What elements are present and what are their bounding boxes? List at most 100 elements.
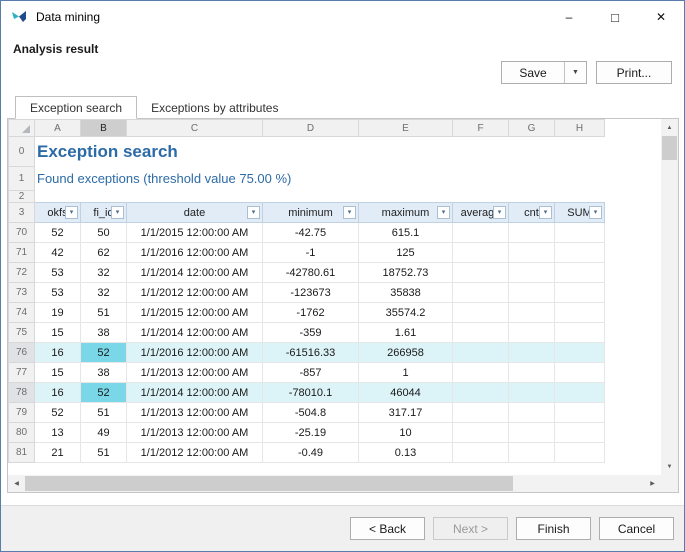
cell-78-C[interactable]: 1/1/2014 12:00:00 AM: [127, 383, 263, 403]
sheet-subtitle[interactable]: Found exceptions (threshold value 75.00 …: [35, 167, 605, 191]
cell-79-E[interactable]: 317.17: [359, 403, 453, 423]
cell-76-F[interactable]: [453, 343, 509, 363]
scroll-up-icon[interactable]: ▲: [661, 119, 678, 136]
column-header-B[interactable]: B: [81, 120, 127, 137]
cell-80-C[interactable]: 1/1/2013 12:00:00 AM: [127, 423, 263, 443]
vertical-scrollbar-thumb[interactable]: [662, 136, 677, 160]
cell-79-C[interactable]: 1/1/2013 12:00:00 AM: [127, 403, 263, 423]
row-header-79[interactable]: 79: [9, 403, 35, 423]
cell-81-A[interactable]: 21: [35, 443, 81, 463]
finish-button[interactable]: Finish: [516, 517, 591, 540]
cell-73-D[interactable]: -123673: [263, 283, 359, 303]
cell-75-E[interactable]: 1.61: [359, 323, 453, 343]
cell-80-H[interactable]: [555, 423, 605, 443]
field-header-maximum[interactable]: maximum▾: [359, 203, 453, 223]
cell-73-H[interactable]: [555, 283, 605, 303]
cell-79-G[interactable]: [509, 403, 555, 423]
filter-dropdown-icon[interactable]: ▾: [65, 206, 78, 219]
cell-80-A[interactable]: 13: [35, 423, 81, 443]
horizontal-scrollbar[interactable]: ◀ ▶: [8, 475, 661, 492]
cell-80-D[interactable]: -25.19: [263, 423, 359, 443]
cell-77-F[interactable]: [453, 363, 509, 383]
cell-73-A[interactable]: 53: [35, 283, 81, 303]
row-header-71[interactable]: 71: [9, 243, 35, 263]
cell-71-H[interactable]: [555, 243, 605, 263]
filter-dropdown-icon[interactable]: ▾: [247, 206, 260, 219]
cell-74-F[interactable]: [453, 303, 509, 323]
cell-74-E[interactable]: 35574.2: [359, 303, 453, 323]
cell-77-E[interactable]: 1: [359, 363, 453, 383]
cell-81-G[interactable]: [509, 443, 555, 463]
cell-79-D[interactable]: -504.8: [263, 403, 359, 423]
print-button[interactable]: Print...: [596, 61, 672, 84]
cell-75-A[interactable]: 15: [35, 323, 81, 343]
cell-75-B[interactable]: 38: [81, 323, 127, 343]
minimize-button[interactable]: –: [546, 1, 592, 33]
cell-70-A[interactable]: 52: [35, 223, 81, 243]
cell-72-H[interactable]: [555, 263, 605, 283]
cell-73-B[interactable]: 32: [81, 283, 127, 303]
cell-74-H[interactable]: [555, 303, 605, 323]
cell-79-F[interactable]: [453, 403, 509, 423]
cell-74-C[interactable]: 1/1/2015 12:00:00 AM: [127, 303, 263, 323]
cell-75-F[interactable]: [453, 323, 509, 343]
save-button[interactable]: Save ▼: [501, 61, 587, 84]
cell-72-A[interactable]: 53: [35, 263, 81, 283]
row-header-1[interactable]: 1: [9, 167, 35, 191]
column-header-D[interactable]: D: [263, 120, 359, 137]
cell-72-E[interactable]: 18752.73: [359, 263, 453, 283]
field-header-fi_id[interactable]: fi_id▾: [81, 203, 127, 223]
cell-74-D[interactable]: -1762: [263, 303, 359, 323]
back-button[interactable]: < Back: [350, 517, 425, 540]
empty-row[interactable]: [35, 191, 605, 203]
column-header-H[interactable]: H: [555, 120, 605, 137]
cell-77-G[interactable]: [509, 363, 555, 383]
cell-77-D[interactable]: -857: [263, 363, 359, 383]
cell-71-D[interactable]: -1: [263, 243, 359, 263]
filter-dropdown-icon[interactable]: ▾: [493, 206, 506, 219]
filter-dropdown-icon[interactable]: ▾: [589, 206, 602, 219]
cell-70-E[interactable]: 615.1: [359, 223, 453, 243]
cell-71-F[interactable]: [453, 243, 509, 263]
cell-71-E[interactable]: 125: [359, 243, 453, 263]
cell-78-H[interactable]: [555, 383, 605, 403]
cell-71-B[interactable]: 62: [81, 243, 127, 263]
cell-79-B[interactable]: 51: [81, 403, 127, 423]
field-header-cnt[interactable]: cnt▾: [509, 203, 555, 223]
cell-74-B[interactable]: 51: [81, 303, 127, 323]
cell-78-D[interactable]: -78010.1: [263, 383, 359, 403]
cell-79-H[interactable]: [555, 403, 605, 423]
cell-72-D[interactable]: -42780.61: [263, 263, 359, 283]
cell-81-H[interactable]: [555, 443, 605, 463]
row-header-78[interactable]: 78: [9, 383, 35, 403]
cell-72-F[interactable]: [453, 263, 509, 283]
titlebar[interactable]: Data mining – □ ✕: [1, 1, 684, 33]
cell-78-G[interactable]: [509, 383, 555, 403]
cell-70-F[interactable]: [453, 223, 509, 243]
scroll-down-icon[interactable]: ▼: [661, 458, 678, 475]
tab-exception-search[interactable]: Exception search: [15, 96, 137, 119]
save-dropdown-icon[interactable]: ▼: [564, 62, 586, 83]
cell-73-G[interactable]: [509, 283, 555, 303]
cell-75-C[interactable]: 1/1/2014 12:00:00 AM: [127, 323, 263, 343]
cell-80-E[interactable]: 10: [359, 423, 453, 443]
row-header-2[interactable]: 2: [9, 191, 35, 203]
cell-73-F[interactable]: [453, 283, 509, 303]
column-header-C[interactable]: C: [127, 120, 263, 137]
filter-dropdown-icon[interactable]: ▾: [437, 206, 450, 219]
cell-76-A[interactable]: 16: [35, 343, 81, 363]
row-header-76[interactable]: 76: [9, 343, 35, 363]
cell-70-G[interactable]: [509, 223, 555, 243]
row-header-77[interactable]: 77: [9, 363, 35, 383]
cell-78-F[interactable]: [453, 383, 509, 403]
scroll-right-icon[interactable]: ▶: [644, 475, 661, 492]
cell-71-A[interactable]: 42: [35, 243, 81, 263]
next-button[interactable]: Next >: [433, 517, 508, 540]
cell-78-B[interactable]: 52: [81, 383, 127, 403]
cell-79-A[interactable]: 52: [35, 403, 81, 423]
scroll-left-icon[interactable]: ◀: [8, 475, 25, 492]
cell-70-D[interactable]: -42.75: [263, 223, 359, 243]
cell-73-E[interactable]: 35838: [359, 283, 453, 303]
cell-80-G[interactable]: [509, 423, 555, 443]
cell-76-B[interactable]: 52: [81, 343, 127, 363]
